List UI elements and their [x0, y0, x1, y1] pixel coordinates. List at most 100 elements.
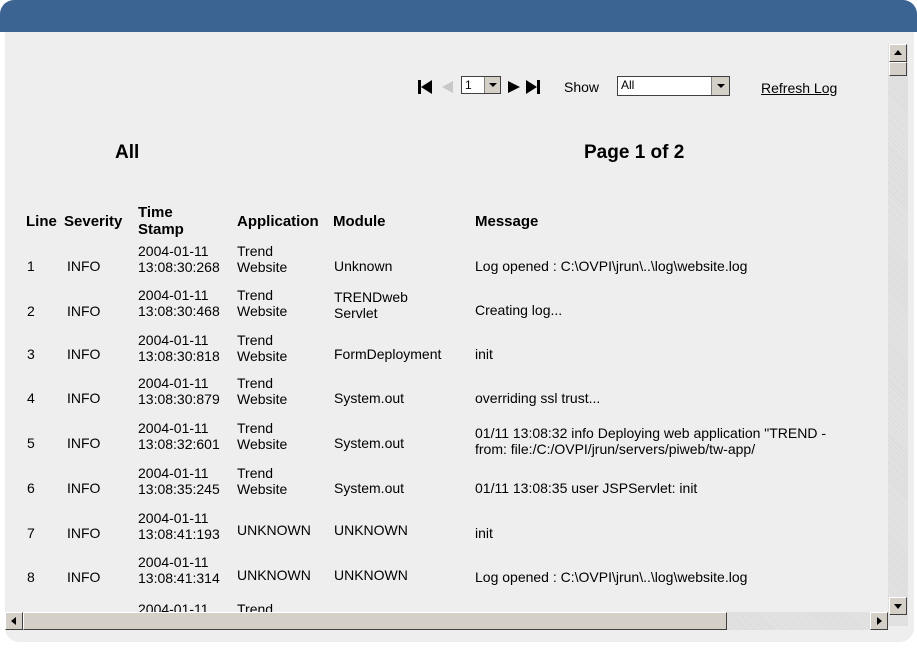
cell-time: 13:08:30:468: [138, 303, 220, 319]
cell-line: 7: [27, 525, 35, 541]
vertical-scroll-thumb[interactable]: [889, 62, 907, 76]
cell-module-2: Servlet: [334, 305, 378, 321]
cell-application-2: Website: [237, 259, 288, 275]
scroll-right-button[interactable]: [870, 612, 888, 630]
col-header-severity: Severity: [64, 213, 123, 230]
page-select[interactable]: 1: [461, 76, 501, 94]
cell-message: Log opened : C:\OVPI\jrun\..\log\website…: [475, 569, 748, 585]
cell-message: 01/11 13:08:35 user JSPServlet: init: [475, 480, 698, 496]
cell-application: Trend: [237, 243, 274, 259]
show-label: Show: [564, 79, 600, 95]
refresh-log-link[interactable]: Refresh Log: [761, 80, 837, 96]
cell-message: 01/11 13:08:32 info Deploying web applic…: [475, 425, 827, 441]
cell-message-2: from: file:/C:/OVPI/jrun/servers/piweb/t…: [475, 441, 756, 457]
log-panel: 1 Show All Refresh Log All Page 1 of 2 L…: [5, 32, 914, 642]
page-select-value: 1: [465, 78, 472, 92]
col-header-line: Line: [26, 213, 57, 230]
cell-application-2: Website: [237, 481, 288, 497]
horizontal-scroll-thumb[interactable]: [23, 612, 727, 630]
last-page-icon[interactable]: [525, 79, 543, 95]
cell-module: UNKNOWN: [334, 522, 408, 538]
col-header-module: Module: [333, 213, 386, 230]
cell-time: 13:08:30:879: [138, 391, 220, 407]
cell-application-2: Website: [237, 348, 288, 364]
cell-application-2: Website: [237, 436, 288, 452]
chevron-down-icon[interactable]: [484, 77, 500, 93]
cell-severity: INFO: [67, 435, 101, 451]
cell-application: Trend: [237, 465, 274, 481]
cell-message: init: [475, 346, 493, 362]
cell-time: 13:08:30:268: [138, 259, 220, 275]
cell-module: Unknown: [334, 258, 393, 274]
next-page-icon[interactable]: [506, 79, 522, 95]
cell-date: 2004-01-11: [138, 375, 209, 391]
cell-severity: INFO: [67, 480, 101, 496]
cell-date: 2004-01-11: [138, 510, 209, 526]
cell-line: 3: [27, 346, 35, 362]
show-filter-select[interactable]: All: [617, 76, 730, 96]
cell-severity: INFO: [67, 569, 101, 585]
scroll-down-button[interactable]: [889, 597, 907, 615]
col-header-time-line1: Time: [138, 204, 173, 221]
header-bar: [0, 0, 917, 32]
arrow-right-icon: [877, 617, 882, 625]
cell-date: 2004-01-11: [138, 287, 209, 303]
cell-line: 8: [27, 569, 35, 585]
toolbar: 1 Show All Refresh Log: [5, 76, 888, 98]
cell-severity: INFO: [67, 303, 101, 319]
cell-line: 4: [27, 390, 35, 406]
page-indicator: Page 1 of 2: [584, 142, 685, 163]
cell-application: Trend: [237, 420, 274, 436]
cell-module: System.out: [334, 390, 405, 406]
first-page-icon[interactable]: [417, 79, 433, 95]
cell-line: 2: [27, 303, 35, 319]
vertical-scrollbar[interactable]: [888, 44, 908, 626]
col-header-time-line2: Stamp: [138, 221, 184, 238]
cell-severity: INFO: [67, 525, 101, 541]
filter-heading: All: [115, 142, 140, 163]
cell-date: 2004-01-11: [138, 554, 209, 570]
cell-severity: INFO: [67, 258, 101, 274]
cell-time: 13:08:41:314: [138, 570, 220, 586]
horizontal-scrollbar[interactable]: [5, 612, 888, 630]
cell-message: init: [475, 525, 493, 541]
cell-severity: INFO: [67, 390, 101, 406]
cell-module: FormDeployment: [334, 346, 442, 362]
cell-line: 1: [27, 258, 35, 274]
cell-date: 2004-01-11: [138, 420, 209, 436]
cell-line: 6: [27, 480, 35, 496]
cell-time: 13:08:41:193: [138, 526, 220, 542]
scroll-up-button[interactable]: [889, 44, 907, 62]
arrow-up-icon: [894, 50, 902, 55]
arrow-left-icon: [11, 617, 16, 625]
log-viewer-window: 1 Show All Refresh Log All Page 1 of 2 L…: [0, 0, 917, 654]
cell-module: UNKNOWN: [334, 567, 408, 583]
cell-date: 2004-01-11: [138, 332, 209, 348]
cell-application-2: Website: [237, 391, 288, 407]
cell-application: Trend: [237, 332, 274, 348]
chevron-down-icon[interactable]: [711, 77, 729, 95]
cell-message: overriding ssl trust...: [475, 390, 601, 406]
previous-page-icon: [439, 79, 455, 95]
cell-severity: INFO: [67, 346, 101, 362]
cell-application: Trend: [237, 601, 274, 612]
cell-line: 5: [27, 435, 35, 451]
show-filter-value: All: [621, 78, 635, 92]
cell-message: Creating log...: [475, 302, 563, 318]
arrow-down-icon: [894, 604, 902, 609]
cell-date: 2004-01-11: [138, 465, 209, 481]
cell-application-2: Website: [237, 303, 288, 319]
cell-time: 13:08:30:818: [138, 348, 220, 364]
cell-date: 2004-01-11: [138, 243, 209, 259]
cell-date: 2004-01-11: [138, 601, 209, 612]
cell-application: Trend: [237, 287, 274, 303]
cell-message: Log opened : C:\OVPI\jrun\..\log\website…: [475, 258, 748, 274]
cell-module: TRENDweb: [334, 289, 408, 305]
col-header-application: Application: [237, 213, 319, 230]
cell-application: UNKNOWN: [237, 522, 311, 538]
cell-time: 13:08:32:601: [138, 436, 220, 452]
scroll-left-button[interactable]: [5, 612, 23, 630]
cell-module: System.out: [334, 435, 405, 451]
col-header-message: Message: [475, 213, 539, 230]
cell-application: UNKNOWN: [237, 567, 311, 583]
